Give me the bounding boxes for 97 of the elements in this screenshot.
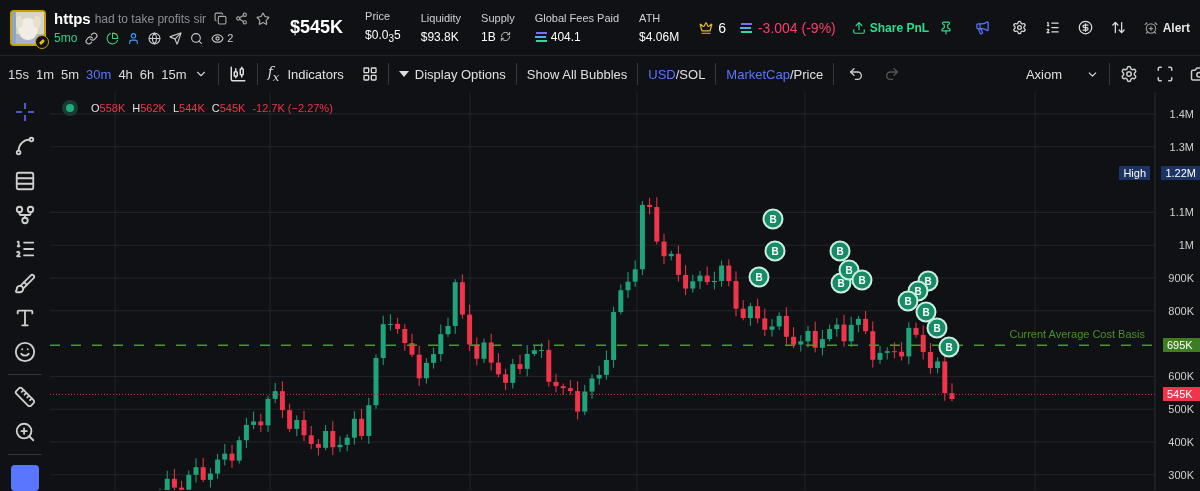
separator: / (675, 66, 680, 82)
swap-icon[interactable] (1111, 20, 1127, 35)
timeframe-tab[interactable]: 5m (61, 66, 84, 82)
currency-option[interactable]: SOL (679, 66, 706, 82)
theme-select[interactable]: Axiom (1025, 66, 1099, 82)
ohlc-value: O558K (91, 102, 126, 114)
cost-basis-label: Current Average Cost Basis (1009, 328, 1145, 341)
stat-value: $0.0$_{3}$5 (365, 28, 401, 45)
buy-bubble[interactable]: B (926, 317, 948, 339)
stat-value: $93.8K (420, 29, 459, 44)
status-dot (66, 104, 74, 112)
buy-bubble[interactable]: B (762, 208, 784, 230)
function-symbol: f$_{x}$ (267, 64, 280, 84)
eye-icon[interactable] (211, 31, 225, 45)
copy-icon[interactable] (214, 12, 228, 25)
axis-label: 1.1M (1169, 206, 1194, 219)
watcher-count: 2 (227, 32, 234, 44)
star-icon[interactable] (256, 11, 271, 26)
stat-label: Global Fees Paid (534, 11, 620, 24)
timeframe-tab[interactable]: 15m (161, 66, 191, 82)
axis-label: 600K (1168, 370, 1194, 383)
high-price-tag: 1.22M (1161, 166, 1200, 181)
buy-bubble[interactable]: B (915, 301, 937, 323)
cost-basis-tag: 695K (1163, 338, 1200, 353)
send-icon[interactable] (169, 31, 183, 45)
megaphone-icon[interactable] (975, 20, 991, 35)
link-icon[interactable] (85, 31, 99, 45)
crown-icon (699, 20, 714, 35)
currency-option[interactable]: USD (648, 66, 676, 82)
candles-icon[interactable] (228, 65, 247, 83)
triangle-down-icon (398, 71, 409, 77)
ohlc-value: L544K (172, 102, 205, 114)
stat-value: $4.06M (639, 29, 680, 44)
buy-bubble[interactable]: B (938, 336, 960, 358)
pie-chart-icon[interactable] (106, 31, 120, 45)
token-age: 5mo (54, 31, 78, 45)
axis-label: 400K (1168, 436, 1194, 448)
undo-icon[interactable] (848, 66, 865, 82)
stat-value: 404.1 (550, 29, 581, 44)
timeframe-tab[interactable]: 1m (35, 66, 59, 82)
refresh-icon[interactable] (499, 31, 511, 42)
buy-bubble[interactable]: B (748, 266, 770, 288)
smile-icon[interactable] (12, 340, 38, 365)
axis-label: 1.3M (1169, 140, 1194, 153)
grid-icon[interactable] (361, 66, 378, 82)
ruler-icon[interactable] (12, 385, 38, 410)
sol-icon (534, 31, 547, 42)
share-pnl-button[interactable]: Share PnL (851, 20, 930, 35)
metric-option[interactable]: MarketCap (726, 66, 790, 82)
price-change: -12.7K (−2.27%) (252, 102, 333, 114)
axis-label: 800K (1168, 304, 1194, 317)
axis-label: 900K (1168, 272, 1194, 284)
globe-icon[interactable] (148, 31, 162, 45)
alarm-icon (1143, 20, 1158, 35)
ohlc-value: C545K (211, 102, 246, 114)
indicators-button[interactable]: Indicators (287, 66, 344, 82)
timeframe-tab[interactable]: 15s (8, 66, 33, 82)
dollar-icon[interactable] (1078, 20, 1094, 35)
stat-value: 1B (481, 29, 496, 44)
settings-icon[interactable] (1012, 20, 1028, 35)
stat-label: Price (365, 10, 392, 23)
token-name: https (54, 10, 91, 27)
share-icon[interactable] (235, 12, 249, 25)
upload-icon (851, 20, 866, 35)
settings-icon[interactable] (1120, 65, 1138, 83)
show-bubbles-button[interactable]: Show All Bubbles (526, 66, 628, 82)
ohlc-value: H562K (132, 102, 166, 114)
axis-label: 500K (1168, 403, 1194, 416)
axis-label: 300K (1168, 468, 1194, 481)
axis-label: 1.4M (1169, 108, 1194, 120)
color-swatch[interactable] (11, 464, 39, 491)
separator: / (789, 66, 794, 82)
fullscreen-icon[interactable] (1156, 65, 1174, 83)
sort-list-icon[interactable] (1045, 20, 1061, 35)
sol-icon (739, 22, 752, 33)
pnl-value: -3.004 (-9%) (757, 19, 836, 36)
timeframe-tab[interactable]: 30m (86, 66, 116, 82)
user-icon[interactable] (127, 31, 141, 45)
stat-label: Supply (481, 11, 515, 24)
metric-option[interactable]: Price (793, 66, 824, 82)
holder-count: 6 (718, 19, 726, 36)
pin-icon[interactable] (939, 20, 954, 35)
last-price-tag: 545K (1163, 387, 1200, 402)
buy-bubble[interactable]: B (829, 240, 851, 262)
buy-bubble[interactable]: B (764, 240, 786, 262)
display-options-button[interactable]: Display Options (398, 66, 506, 82)
brush-icon[interactable] (12, 271, 38, 296)
timeframe-tab[interactable]: 4h (118, 66, 137, 82)
stat-label: ATH (639, 11, 662, 24)
search-icon[interactable] (190, 31, 204, 45)
axis-label: 1M (1178, 239, 1194, 252)
alert-button[interactable]: Alert (1143, 20, 1190, 35)
high-tag: High (1119, 166, 1150, 181)
stat-label: Liquidity (420, 11, 462, 24)
market-cap: $545K (290, 17, 344, 38)
timeframe-tab[interactable]: 6h (139, 66, 159, 82)
token-description: had to take profits sir (94, 11, 207, 26)
